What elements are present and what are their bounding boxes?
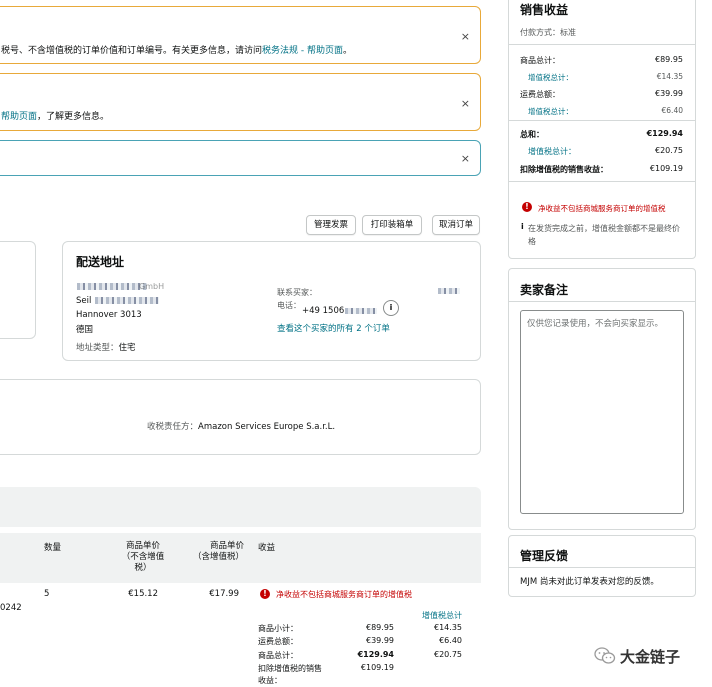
item-line-vat: €6.40	[439, 636, 462, 645]
item-vat-total-header: 增值税总计	[422, 611, 462, 620]
note-marker: i	[521, 222, 524, 231]
seller-notes-title: 卖家备注	[520, 283, 569, 297]
proceeds-warning: 净收益不包括商城服务商订单的增值税	[538, 204, 666, 213]
sales-proceeds-card: 销售收益 付款方式：标准 商品总计： €89.95 增值税总计： €14.35 …	[508, 0, 696, 259]
proceeds-row-label: 运费总额：	[520, 90, 560, 99]
proceeds-row-value: €89.95	[655, 55, 683, 64]
proceeds-row-value: €20.75	[655, 146, 683, 155]
close-icon[interactable]: ×	[461, 152, 470, 165]
item-line-value: €129.94	[357, 650, 394, 659]
tax-liability: 收税责任方：Amazon Services Europe S.a.r.L.	[147, 422, 336, 432]
phone-label: 电话：	[277, 301, 301, 310]
proceeds-row-value: €39.99	[655, 89, 683, 98]
proceeds-row-value: €14.35	[656, 72, 683, 81]
proceeds-note: 在发货完成之前，增值税金额都不是最终价格	[528, 224, 680, 246]
item-line-value: €39.99	[366, 636, 394, 645]
tax-regulations-link[interactable]: 税务法规 - 帮助页面	[262, 46, 343, 56]
manage-invoice-button[interactable]: 管理发票	[306, 215, 356, 235]
redacted-name	[77, 283, 147, 290]
warning-icon: !	[522, 202, 532, 212]
wechat-icon	[594, 647, 616, 665]
item-line-label: 运费总额：	[258, 637, 298, 646]
proceeds-total-value: €129.94	[646, 129, 683, 138]
item-line-value: €89.95	[366, 623, 394, 632]
watermark-text: 大金链子	[620, 648, 681, 666]
tax-notice-banner: 税号、不含增值税的订单价值和订单编号。有关更多信息，请访问税务法规 - 帮助页面…	[0, 6, 481, 64]
proceeds-net-value: €109.19	[649, 164, 683, 173]
asin-fragment: 0242	[0, 603, 22, 613]
contact-buyer-label: 联系买家：	[277, 288, 317, 297]
order-summary-card	[0, 241, 36, 339]
feedback-card: 管理反馈 MJM 尚未对此订单发表对您的反馈。	[508, 535, 696, 597]
address-type: 地址类型：住宅	[76, 343, 136, 353]
item-line-label: 商品小计：	[258, 624, 298, 633]
close-icon[interactable]: ×	[461, 30, 470, 43]
tax-notice-text: 税号、不含增值税的订单价值和订单编号。有关更多信息，请访问税务法规 - 帮助页面…	[1, 46, 353, 56]
feedback-title: 管理反馈	[520, 549, 569, 563]
city-line: Hannover 3013	[76, 310, 142, 320]
tax-liability-card: 收税责任方：Amazon Services Europe S.a.r.L.	[0, 379, 481, 455]
unit-price-ex-header: 商品单价 （不含增值 税）	[121, 541, 165, 573]
close-icon[interactable]: ×	[461, 97, 470, 110]
proceeds-row-value: €6.40	[661, 106, 683, 115]
redacted-buyer	[438, 288, 460, 294]
shipping-address-card: 配送地址 GmbH Seil Hannover 3013 德国 地址类型：住宅 …	[62, 241, 481, 361]
proceeds-row-label: 增值税总计：	[528, 73, 573, 82]
proceeds-row-label: 增值税总计：	[528, 147, 576, 156]
info-notice-banner: 帮助页面，了解更多信息。 ×	[0, 73, 481, 131]
view-all-orders-link[interactable]: 查看这个买家的所有 2 个订单	[277, 322, 390, 334]
unit-price-inc-header: 商品单价 （含增值税）	[192, 541, 244, 562]
phone-value: +49 1506	[302, 306, 345, 316]
info-notice-text: 帮助页面，了解更多信息。	[1, 112, 110, 122]
item-qty: 5	[44, 589, 50, 599]
proceeds-row-label: 增值税总计：	[528, 107, 573, 116]
item-unit-price-inc: €17.99	[209, 589, 239, 599]
payment-method: 付款方式：标准	[520, 28, 576, 37]
street-line: Seil	[76, 296, 92, 306]
item-line-vat: €20.75	[434, 650, 462, 659]
item-line-label: 商品总计：	[258, 651, 298, 660]
country: 德国	[76, 325, 94, 335]
item-line-vat: €14.35	[434, 623, 462, 632]
cancel-order-button[interactable]: 取消订单	[432, 215, 480, 235]
help-page-link[interactable]: 帮助页面	[1, 112, 37, 122]
seller-notes-input[interactable]	[520, 310, 684, 514]
seller-notes-card: 卖家备注	[508, 268, 696, 530]
status-banner: ×	[0, 140, 481, 176]
feedback-text: MJM 尚未对此订单发表对您的反馈。	[520, 577, 659, 587]
print-packing-slip-button[interactable]: 打印装箱单	[362, 215, 422, 235]
warning-icon: !	[260, 589, 270, 599]
qty-header: 数量	[44, 543, 62, 553]
info-icon[interactable]: i	[383, 300, 399, 316]
redacted-phone	[345, 308, 377, 314]
item-line-value: €109.19	[360, 663, 394, 672]
sales-proceeds-title: 销售收益	[520, 3, 569, 17]
proceeds-row-label: 商品总计：	[520, 56, 560, 65]
shipping-title: 配送地址	[76, 255, 125, 269]
name-line: GmbH	[139, 282, 165, 291]
item-line-label: 扣除增值税的销售收益：	[258, 664, 322, 685]
order-contents-bar	[0, 487, 481, 527]
proceeds-header: 收益	[258, 543, 276, 553]
redacted-street	[95, 297, 159, 304]
item-warning: 净收益不包括商城服务商订单的增值税	[276, 590, 412, 599]
proceeds-net-label: 扣除增值税的销售收益：	[520, 165, 608, 174]
item-unit-price-ex: €15.12	[128, 589, 158, 599]
proceeds-total-label: 总和：	[520, 130, 544, 139]
